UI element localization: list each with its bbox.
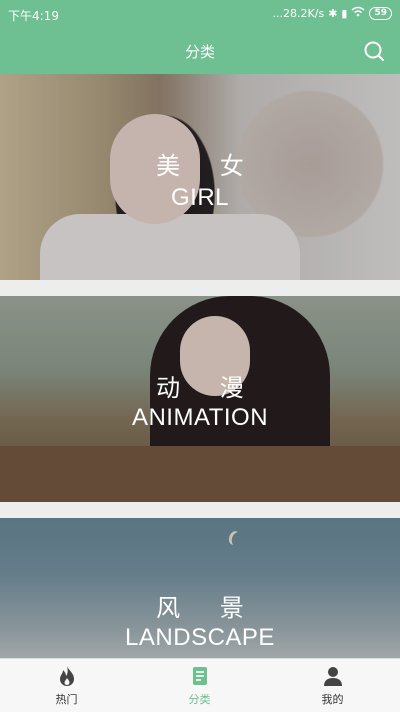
status-icons: ...28.2K/s ✱ ▮ 59 <box>273 6 392 20</box>
tab-label: 分类 <box>188 693 211 706</box>
user-icon <box>322 665 344 687</box>
category-name-cn: 美 女 <box>156 152 260 180</box>
category-name-en: GIRL <box>170 184 229 211</box>
flame-icon <box>56 665 78 687</box>
category-list[interactable]: 美 女 GIRL 动 漫 ANIMATION 风 景 LANDSCAPE <box>0 74 400 658</box>
category-card-girl[interactable]: 美 女 GIRL <box>0 74 400 280</box>
status-time: 下午4:19 <box>8 9 59 23</box>
category-card-animation[interactable]: 动 漫 ANIMATION <box>0 296 400 502</box>
status-bar: 下午4:19 ...28.2K/s ✱ ▮ 59 <box>0 0 400 28</box>
bottom-tab-bar: 热门 分类 我的 <box>0 658 400 712</box>
battery-indicator: 59 <box>369 6 392 20</box>
tab-label: 我的 <box>321 693 344 706</box>
category-name-cn: 动 漫 <box>156 374 260 402</box>
tab-hot[interactable]: 热门 <box>0 659 133 712</box>
tab-category[interactable]: 分类 <box>133 659 266 712</box>
category-name-en: LANDSCAPE <box>125 624 275 651</box>
tab-label: 热门 <box>55 693 78 706</box>
tab-mine[interactable]: 我的 <box>266 659 399 712</box>
category-name-cn: 风 景 <box>156 594 260 622</box>
app-header: 分类 <box>0 28 400 74</box>
category-list-icon <box>189 665 211 687</box>
search-icon[interactable] <box>362 39 386 63</box>
bluetooth-icon: ✱ <box>328 6 338 20</box>
signal-icon: ▮ <box>341 6 348 20</box>
page-title: 分类 <box>184 43 215 61</box>
wifi-icon <box>351 6 365 20</box>
category-card-landscape[interactable]: 风 景 LANDSCAPE <box>0 518 400 658</box>
category-name-en: ANIMATION <box>131 404 269 431</box>
network-speed: ...28.2K/s <box>272 6 325 20</box>
